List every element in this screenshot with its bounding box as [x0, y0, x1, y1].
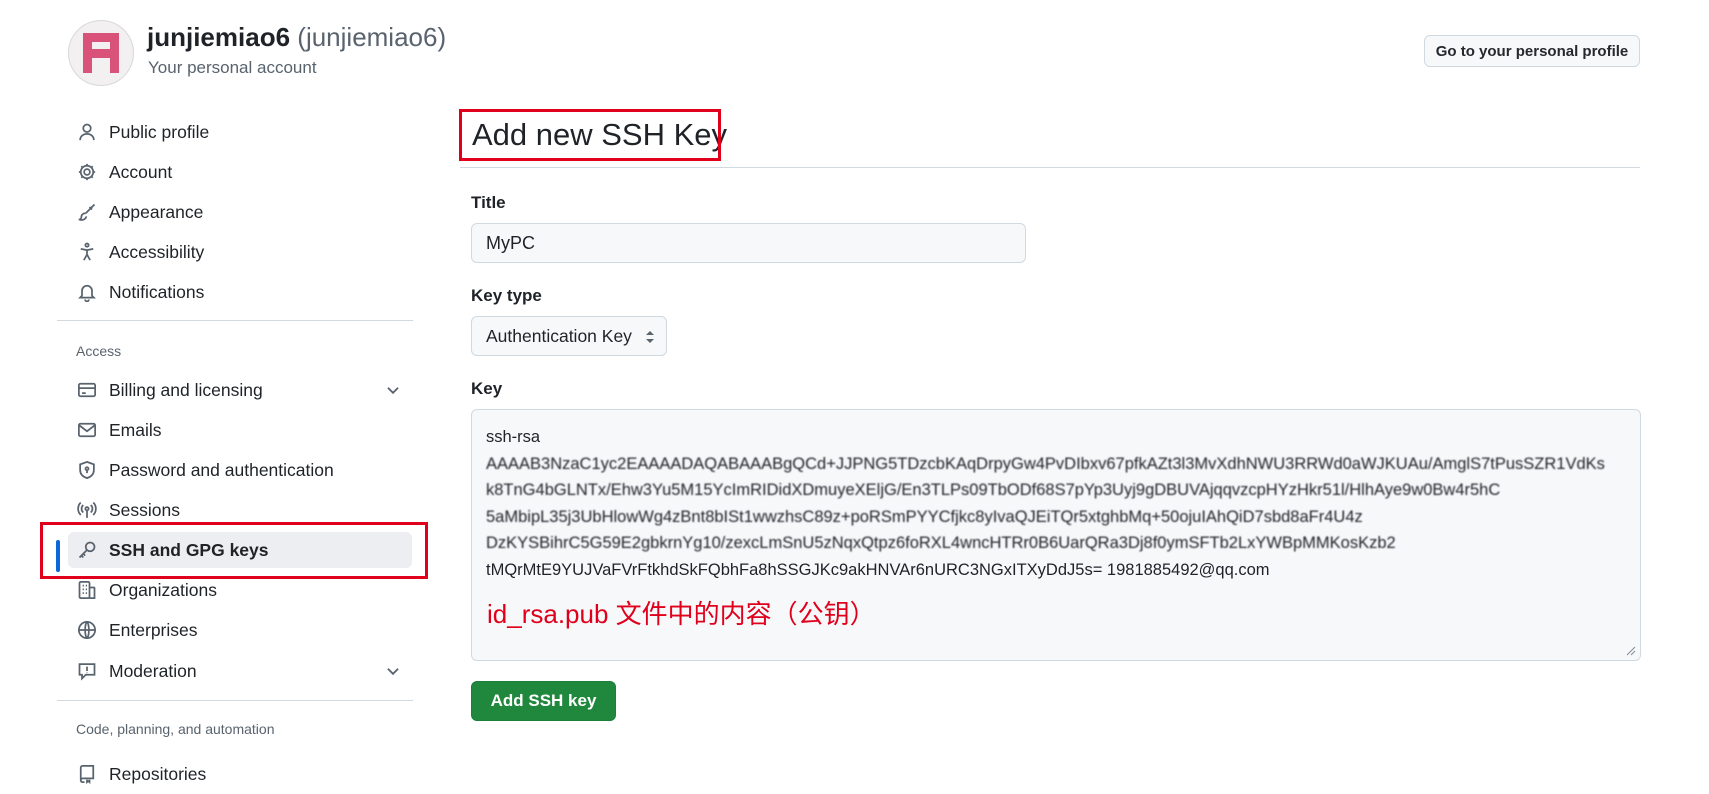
sidebar-item-label: Moderation	[109, 660, 197, 681]
sidebar-item-appearance[interactable]: Appearance	[68, 194, 412, 230]
sidebar-item-organizations[interactable]: Organizations	[68, 572, 412, 608]
key-type-select[interactable]: Authentication Key	[471, 316, 667, 356]
select-arrows-icon	[646, 331, 654, 343]
broadcast-icon	[76, 499, 98, 521]
key-field-label: Key	[471, 379, 503, 398]
gear-icon	[76, 161, 98, 183]
person-icon	[76, 121, 98, 143]
account-subtitle: Your personal account	[148, 58, 317, 77]
key-text-line: ssh-rsa	[486, 428, 541, 446]
key-annotation: id_rsa.pub 文件中的内容（公钥）	[487, 599, 876, 629]
sidebar-item-repositories[interactable]: Repositories	[68, 756, 412, 792]
sidebar-item-label: Organizations	[109, 579, 217, 600]
sidebar-item-accessibility[interactable]: Accessibility	[68, 234, 412, 270]
key-type-value: Authentication Key	[486, 325, 632, 346]
title-input-value: MyPC	[486, 232, 535, 253]
key-text-line: DzKYSBihrC5G59E2gbkrnYg10/zexcLmSnU5zNqx…	[486, 534, 1396, 552]
add-ssh-key-button[interactable]: Add SSH key	[471, 681, 616, 721]
sidebar-item-notifications[interactable]: Notifications	[68, 274, 412, 310]
go-to-profile-button[interactable]: Go to your personal profile	[1424, 35, 1640, 67]
sidebar-item-public-profile[interactable]: Public profile	[68, 114, 412, 150]
title-field-label: Title	[471, 193, 506, 212]
sidebar-item-label: Billing and licensing	[109, 379, 263, 400]
sidebar-item-label: Password and authentication	[109, 459, 334, 480]
sidebar-item-emails[interactable]: Emails	[68, 412, 412, 448]
credit-card-icon	[76, 379, 98, 401]
account-name: junjiemiao6 (junjiemiao6)	[147, 22, 446, 53]
sidebar-item-enterprises[interactable]: Enterprises	[68, 612, 412, 648]
key-text-line: k8TnG4bGLNTx/Ehw3Yu5M15YcImRIDidXDmuyeXE…	[486, 481, 1501, 499]
key-text-line: 5aMbipL35j3UbHlowWg4zBnt8bISt1wwzhsC89z+…	[486, 507, 1363, 526]
sidebar-item-label: Emails	[109, 419, 162, 440]
accessibility-icon	[76, 241, 98, 263]
sidebar-divider	[57, 700, 413, 701]
sidebar-item-label: Account	[109, 161, 173, 182]
sidebar-item-moderation[interactable]: Moderation	[68, 653, 412, 689]
sidebar-section-code: Code, planning, and automation	[76, 721, 275, 737]
chevron-down-icon[interactable]	[384, 381, 402, 399]
display-name: junjiemiao6	[147, 22, 291, 52]
sidebar-item-label: Public profile	[109, 121, 210, 142]
sidebar-divider	[57, 320, 413, 321]
sidebar-item-billing[interactable]: Billing and licensing	[68, 372, 412, 408]
mail-icon	[76, 419, 98, 441]
key-text-line: AAAAB3NzaC1yc2EAAAADAQABAAABgQCd+JJPNG5T…	[486, 454, 1605, 473]
key-text-line: tMQrMtE9YUJVaFVrFtkhdSkFQbhFa8hSSGJKc9ak…	[486, 560, 1270, 579]
login-name: (junjiemiao6)	[297, 22, 447, 52]
sidebar-item-label: Sessions	[109, 499, 181, 520]
sidebar-item-password-auth[interactable]: Password and authentication	[68, 452, 412, 488]
shield-lock-icon	[76, 459, 98, 481]
sidebar-item-label: Appearance	[109, 201, 204, 222]
key-type-label: Key type	[471, 286, 542, 305]
paintbrush-icon	[76, 201, 98, 223]
sidebar-item-label: Accessibility	[109, 241, 205, 262]
title-divider	[460, 167, 1640, 168]
chevron-down-icon[interactable]	[384, 662, 402, 680]
resize-handle-icon[interactable]	[1624, 644, 1636, 656]
sidebar-section-access: Access	[76, 343, 122, 359]
title-input[interactable]: MyPC	[471, 223, 1026, 263]
sidebar-item-label: Notifications	[109, 281, 205, 302]
report-icon	[76, 660, 98, 682]
sidebar-item-label: Enterprises	[109, 619, 198, 640]
highlight-box-title	[459, 109, 721, 161]
organization-icon	[76, 579, 98, 601]
sidebar-item-label: Repositories	[109, 763, 207, 784]
globe-icon	[76, 619, 98, 641]
avatar[interactable]	[68, 20, 134, 86]
bell-icon	[76, 281, 98, 303]
highlight-box-ssh-keys	[40, 522, 428, 579]
sidebar-item-account[interactable]: Account	[68, 154, 412, 190]
repo-icon	[76, 763, 98, 785]
